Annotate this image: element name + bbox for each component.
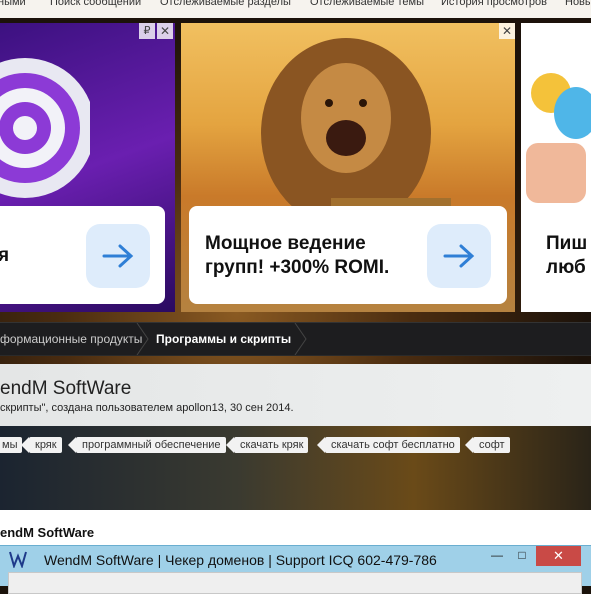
nav-item-search-messages[interactable]: Поиск сообщений <box>50 0 141 8</box>
breadcrumb-item-info-products[interactable]: формационные продукты <box>0 332 142 346</box>
ad-card[interactable]: Мощное ведение групп! +300% ROMI. <box>189 206 507 304</box>
ad-headline-line1: Пиш <box>546 233 588 254</box>
ad-ruble-badge[interactable]: ₽ <box>139 23 155 39</box>
close-button[interactable]: ✕ <box>536 546 581 566</box>
ad-headline-line2: групп! +300% ROMI. <box>205 257 390 278</box>
ad-banner-2[interactable]: ✕ Мощное ведение групп! +300% ROMI. <box>181 23 515 312</box>
nav-item-watched-threads[interactable]: Отслеживаемые темы <box>310 0 424 8</box>
nav-item-watched-forums[interactable]: Отслеживаемые разделы <box>160 0 291 8</box>
tag-item[interactable]: программный обеспечение <box>68 437 226 453</box>
ad-text: я <box>0 245 10 266</box>
ad-close-icon[interactable]: ✕ <box>157 23 173 39</box>
top-navigation: ными Поиск сообщений Отслеживаемые разде… <box>0 0 591 19</box>
breadcrumb: формационные продукты Программы и скрипт… <box>0 322 591 356</box>
thread-meta: скрипты", создана пользователем apollon1… <box>0 402 294 414</box>
thread-header: endM SoftWare скрипты", создана пользова… <box>0 364 591 426</box>
hands-image <box>526 73 591 203</box>
ad-card[interactable]: Пиш люб <box>529 206 591 304</box>
breadcrumb-item-programs[interactable]: Программы и скрипты <box>156 332 291 346</box>
background-band <box>0 420 591 510</box>
tag-item[interactable]: скачать кряк <box>225 437 309 453</box>
nav-item-history[interactable]: История просмотров <box>441 0 547 8</box>
app-logo-icon <box>9 551 27 568</box>
target-icon <box>0 58 90 198</box>
tag-item[interactable]: кряк <box>21 437 62 453</box>
ad-headline-line1: Мощное ведение <box>205 233 366 254</box>
breadcrumb-separator-icon <box>136 323 149 355</box>
ad-headline-line2: люб <box>546 257 586 278</box>
ad-banner-1[interactable]: ₽ ✕ я <box>0 23 175 312</box>
ad-close-icon[interactable]: ✕ <box>499 23 515 39</box>
page-title: endM SoftWare <box>0 378 132 399</box>
app-window: WendM SoftWare | Чекер доменов | Support… <box>0 545 591 594</box>
arrow-right-icon[interactable] <box>86 224 150 288</box>
arrow-right-icon[interactable] <box>427 224 491 288</box>
window-body <box>8 572 582 594</box>
post-heading: endM SoftWare <box>0 525 95 540</box>
lion-image <box>261 38 451 223</box>
tag-item[interactable]: мы <box>0 437 23 453</box>
tag-item[interactable]: скачать софт бесплатно <box>317 437 460 453</box>
ad-card[interactable]: я <box>0 206 165 304</box>
nav-item-partial[interactable]: ными <box>0 0 26 8</box>
tag-item[interactable]: софт <box>465 437 510 453</box>
window-title: WendM SoftWare | Чекер доменов | Support… <box>44 552 437 568</box>
ad-banner-3[interactable]: Пиш люб <box>521 23 591 312</box>
maximize-button[interactable]: □ <box>511 548 533 564</box>
minimize-button[interactable]: — <box>486 548 508 564</box>
nav-item-new[interactable]: Новы <box>565 0 591 8</box>
breadcrumb-separator-icon <box>294 323 307 355</box>
